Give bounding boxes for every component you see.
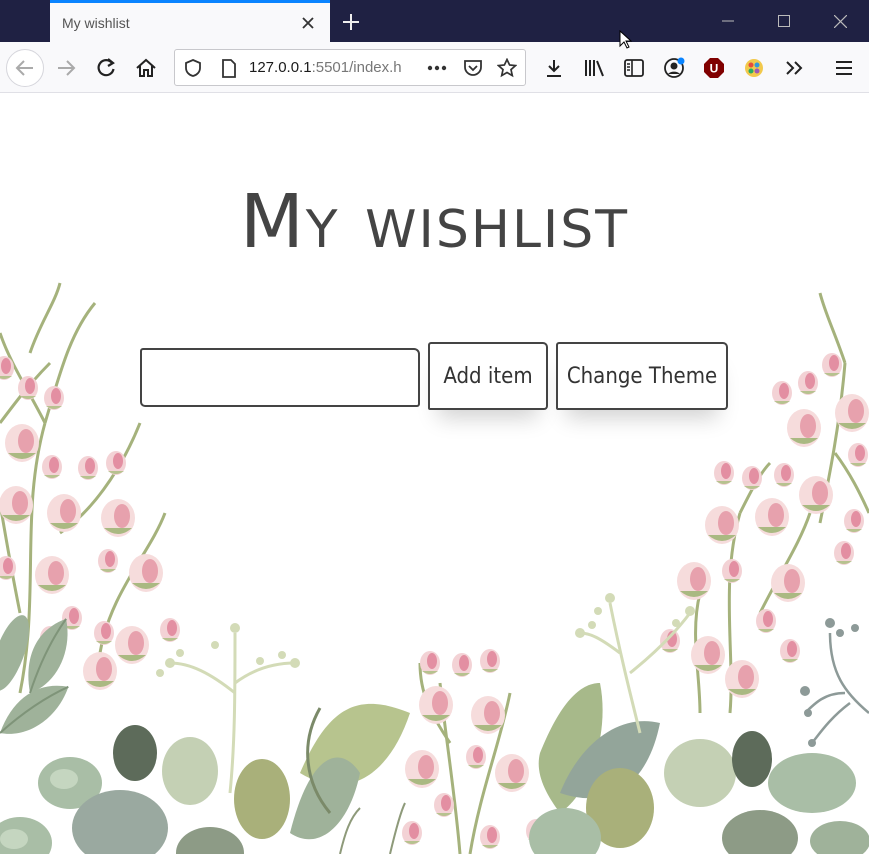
browser-toolbar: 127.0.0.1:5501/index.h U <box>0 42 869 93</box>
wishlist-item-input[interactable] <box>140 348 420 407</box>
star-icon[interactable] <box>495 56 519 80</box>
sidebar-icon[interactable] <box>620 54 648 82</box>
account-icon[interactable] <box>660 54 688 82</box>
hamburger-menu-icon[interactable] <box>830 54 858 82</box>
change-theme-button[interactable]: Change Theme <box>556 342 728 410</box>
add-item-button[interactable]: Add item <box>428 342 548 410</box>
url-host: 127.0.0.1 <box>249 59 312 76</box>
url-path: :5501/index.h <box>311 59 402 76</box>
page-content: My wishlist Add item Change Theme <box>0 93 869 854</box>
download-icon[interactable] <box>540 54 568 82</box>
minimize-icon[interactable] <box>700 0 756 42</box>
page-icon <box>217 56 241 80</box>
library-icon[interactable] <box>580 54 608 82</box>
back-arrow-icon[interactable] <box>6 49 44 87</box>
reload-icon[interactable] <box>88 50 124 86</box>
ublock-icon[interactable]: U <box>700 54 728 82</box>
maximize-icon[interactable] <box>756 0 812 42</box>
close-tab-icon[interactable] <box>294 9 322 37</box>
url-text[interactable]: 127.0.0.1:5501/index.h <box>249 59 419 76</box>
home-icon[interactable] <box>128 50 164 86</box>
svg-text:U: U <box>710 62 719 76</box>
browser-titlebar: My wishlist <box>0 0 869 42</box>
extension-icon[interactable] <box>740 54 768 82</box>
forward-arrow-icon[interactable] <box>48 50 84 86</box>
pocket-icon[interactable] <box>461 56 485 80</box>
new-tab-icon[interactable] <box>336 7 366 37</box>
tracking-shield-icon[interactable] <box>181 56 205 80</box>
overflow-chevron-icon[interactable] <box>780 54 808 82</box>
browser-tab[interactable]: My wishlist <box>50 0 330 42</box>
address-bar[interactable]: 127.0.0.1:5501/index.h <box>174 49 526 86</box>
tab-title: My wishlist <box>62 14 130 31</box>
mouse-cursor-icon <box>619 30 633 49</box>
close-window-icon[interactable] <box>812 0 868 42</box>
page-title: My wishlist <box>239 179 630 265</box>
more-dots-icon[interactable] <box>425 56 449 80</box>
